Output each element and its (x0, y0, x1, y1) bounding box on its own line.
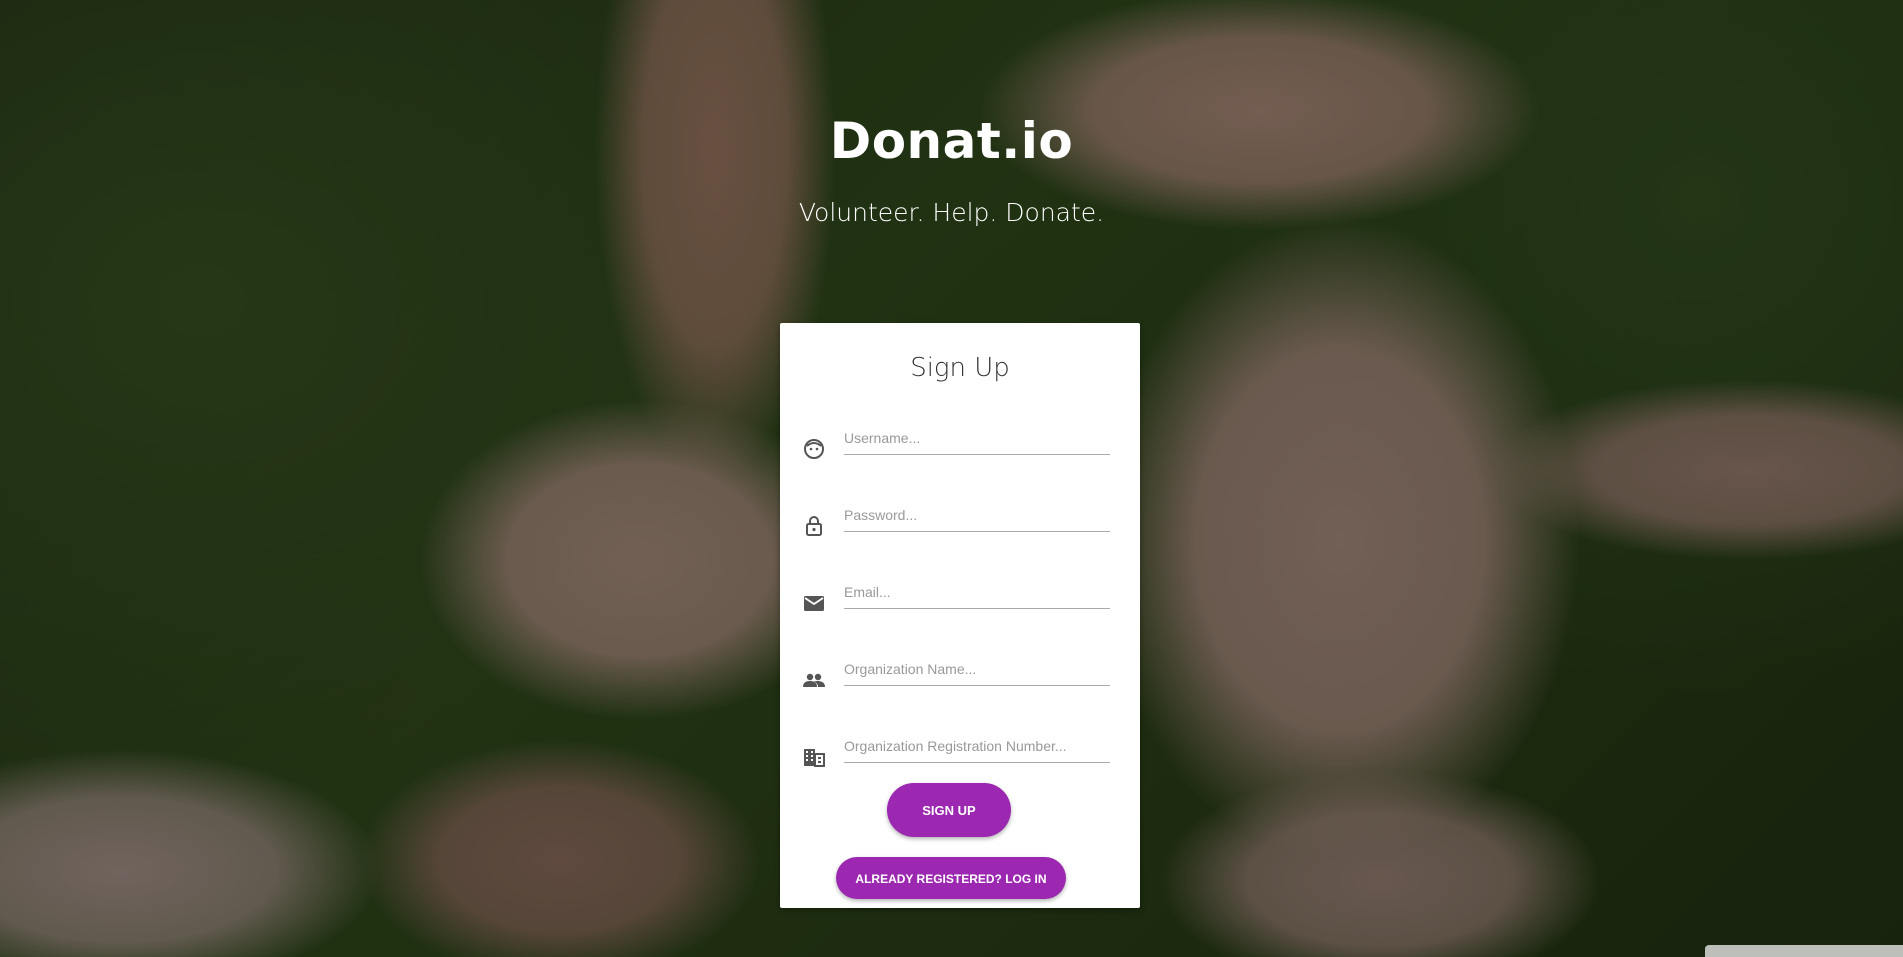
password-input[interactable] (844, 500, 1110, 532)
email-field (802, 577, 1118, 617)
corner-badge (1705, 945, 1903, 957)
people-icon (802, 668, 826, 692)
organization-name-field (802, 654, 1118, 694)
lock-icon (802, 514, 826, 538)
brand-title: Donat.io (829, 112, 1074, 170)
signup-button[interactable]: SIGN UP (887, 783, 1011, 837)
signup-card: Sign Up SIGN UP ALREADY REGISTERED? LOG … (780, 323, 1140, 908)
password-field (802, 500, 1118, 540)
mail-icon (802, 591, 826, 615)
business-icon (802, 745, 826, 769)
tagline: Volunteer. Help. Donate. (798, 198, 1105, 227)
organization-registration-input[interactable] (844, 731, 1110, 763)
organization-registration-field (802, 731, 1118, 771)
form-title: Sign Up (910, 353, 1010, 383)
face-icon (802, 437, 826, 461)
login-button[interactable]: ALREADY REGISTERED? LOG IN (836, 857, 1066, 899)
organization-name-input[interactable] (844, 654, 1110, 686)
username-field (802, 423, 1118, 463)
email-input[interactable] (844, 577, 1110, 609)
username-input[interactable] (844, 423, 1110, 455)
